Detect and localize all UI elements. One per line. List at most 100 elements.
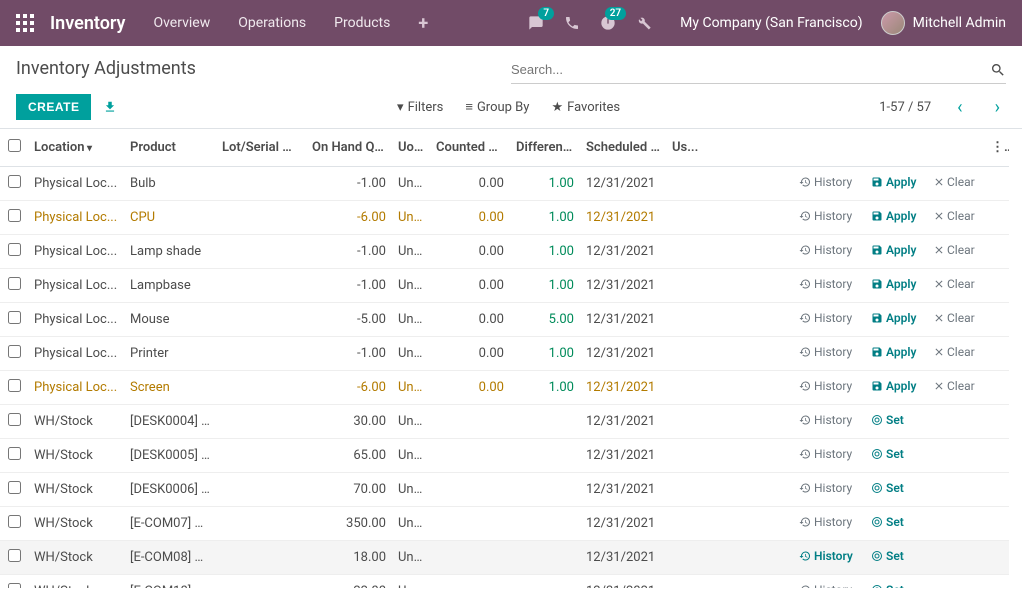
cell-scheduled[interactable]: 12/31/2021	[580, 269, 666, 303]
cell-counted[interactable]	[430, 405, 510, 439]
import-button[interactable]	[103, 100, 117, 115]
row-checkbox[interactable]	[8, 413, 21, 426]
cell-user[interactable]	[666, 235, 706, 269]
search-icon[interactable]	[990, 62, 1006, 78]
row-checkbox[interactable]	[8, 277, 21, 290]
cell-scheduled[interactable]: 12/31/2021	[580, 337, 666, 371]
cell-counted[interactable]: 0.00	[430, 337, 510, 371]
history-button[interactable]: History	[799, 515, 852, 529]
groupby-button[interactable]: ≡ Group By	[465, 99, 529, 115]
cell-scheduled[interactable]: 12/31/2021	[580, 235, 666, 269]
nav-operations[interactable]: Operations	[238, 15, 306, 31]
table-row[interactable]: WH/Stock [E-COM10] Pe... 22.00 Uni... 12…	[0, 575, 1009, 589]
history-button[interactable]: History	[799, 311, 852, 325]
cell-counted[interactable]: 0.00	[430, 235, 510, 269]
cell-scheduled[interactable]: 12/31/2021	[580, 439, 666, 473]
table-row[interactable]: Physical Loc... Screen -6.00 Uni... 0.00…	[0, 371, 1009, 405]
clear-button[interactable]: Clear	[933, 175, 975, 189]
cell-user[interactable]	[666, 269, 706, 303]
clear-button[interactable]: Clear	[933, 311, 975, 325]
history-button[interactable]: History	[799, 243, 852, 257]
nav-products[interactable]: Products	[334, 15, 390, 31]
set-button[interactable]: Set	[871, 515, 904, 529]
cell-scheduled[interactable]: 12/31/2021	[580, 167, 666, 201]
apply-button[interactable]: Apply	[871, 175, 916, 189]
cell-scheduled[interactable]: 12/31/2021	[580, 507, 666, 541]
table-row[interactable]: Physical Loc... Lamp shade -1.00 Uni... …	[0, 235, 1009, 269]
messages-icon[interactable]: 7	[528, 15, 544, 31]
nav-overview[interactable]: Overview	[153, 15, 210, 31]
history-button[interactable]: History	[799, 379, 852, 393]
table-scroll[interactable]: Location Product Lot/Serial N... On Hand…	[0, 128, 1022, 588]
cell-counted[interactable]	[430, 439, 510, 473]
cell-user[interactable]	[666, 507, 706, 541]
cell-scheduled[interactable]: 12/31/2021	[580, 473, 666, 507]
history-button[interactable]: History	[799, 209, 852, 223]
cell-scheduled[interactable]: 12/31/2021	[580, 201, 666, 235]
set-button[interactable]: Set	[871, 549, 904, 563]
col-counted[interactable]: Counted Qu...	[430, 129, 510, 167]
apply-button[interactable]: Apply	[871, 277, 916, 291]
cell-scheduled[interactable]: 12/31/2021	[580, 303, 666, 337]
table-row[interactable]: WH/Stock [DESK0006] C... 70.00 Uni... 12…	[0, 473, 1009, 507]
col-onhand[interactable]: On Hand Qu...	[306, 129, 392, 167]
wrench-icon[interactable]	[636, 15, 652, 31]
search-input[interactable]	[511, 58, 990, 81]
col-scheduled[interactable]: Scheduled ...	[580, 129, 666, 167]
set-button[interactable]: Set	[871, 447, 904, 461]
table-row[interactable]: WH/Stock [DESK0005] C... 65.00 Uni... 12…	[0, 439, 1009, 473]
search-box[interactable]	[511, 58, 1006, 84]
clear-button[interactable]: Clear	[933, 209, 975, 223]
cell-scheduled[interactable]: 12/31/2021	[580, 541, 666, 575]
cell-user[interactable]	[666, 201, 706, 235]
row-checkbox[interactable]	[8, 515, 21, 528]
clear-button[interactable]: Clear	[933, 345, 975, 359]
apply-button[interactable]: Apply	[871, 311, 916, 325]
cell-user[interactable]	[666, 167, 706, 201]
cell-user[interactable]	[666, 541, 706, 575]
avatar[interactable]	[881, 11, 905, 35]
cell-counted[interactable]	[430, 575, 510, 589]
app-brand[interactable]: Inventory	[50, 13, 125, 34]
plus-icon[interactable]: +	[418, 13, 428, 34]
clear-button[interactable]: Clear	[933, 379, 975, 393]
row-checkbox[interactable]	[8, 549, 21, 562]
col-uom[interactable]: UoM	[392, 129, 430, 167]
row-checkbox[interactable]	[8, 583, 21, 588]
row-checkbox[interactable]	[8, 481, 21, 494]
row-checkbox[interactable]	[8, 311, 21, 324]
cell-user[interactable]	[666, 439, 706, 473]
create-button[interactable]: CREATE	[16, 94, 91, 120]
cell-user[interactable]	[666, 473, 706, 507]
cell-counted[interactable]: 0.00	[430, 303, 510, 337]
history-button[interactable]: History	[799, 549, 853, 563]
select-all-checkbox[interactable]	[8, 139, 21, 152]
cell-user[interactable]	[666, 303, 706, 337]
table-row[interactable]: WH/Stock [E-COM08] St... 18.00 Uni... 12…	[0, 541, 1009, 575]
columns-menu-icon[interactable]: ⋮	[985, 129, 1009, 167]
table-row[interactable]: Physical Loc... CPU -6.00 Uni... 0.00 1.…	[0, 201, 1009, 235]
cell-counted[interactable]: 0.00	[430, 201, 510, 235]
apply-button[interactable]: Apply	[871, 379, 916, 393]
history-button[interactable]: History	[799, 277, 852, 291]
history-button[interactable]: History	[799, 481, 852, 495]
row-checkbox[interactable]	[8, 243, 21, 256]
cell-user[interactable]	[666, 405, 706, 439]
cell-user[interactable]	[666, 371, 706, 405]
history-button[interactable]: History	[799, 175, 852, 189]
row-checkbox[interactable]	[8, 345, 21, 358]
row-checkbox[interactable]	[8, 447, 21, 460]
apply-button[interactable]: Apply	[871, 345, 916, 359]
pager-next-icon[interactable]: ›	[989, 97, 1006, 118]
company-selector[interactable]: My Company (San Francisco)	[680, 15, 862, 31]
cell-counted[interactable]	[430, 473, 510, 507]
filters-button[interactable]: ▾ Filters	[397, 99, 443, 115]
table-row[interactable]: WH/Stock [DESK0004] C... 30.00 Uni... 12…	[0, 405, 1009, 439]
cell-counted[interactable]: 0.00	[430, 371, 510, 405]
cell-counted[interactable]	[430, 541, 510, 575]
col-user[interactable]: Us...	[666, 129, 706, 167]
cell-scheduled[interactable]: 12/31/2021	[580, 371, 666, 405]
cell-scheduled[interactable]: 12/31/2021	[580, 405, 666, 439]
apps-icon[interactable]	[16, 14, 34, 32]
col-product[interactable]: Product	[124, 129, 216, 167]
